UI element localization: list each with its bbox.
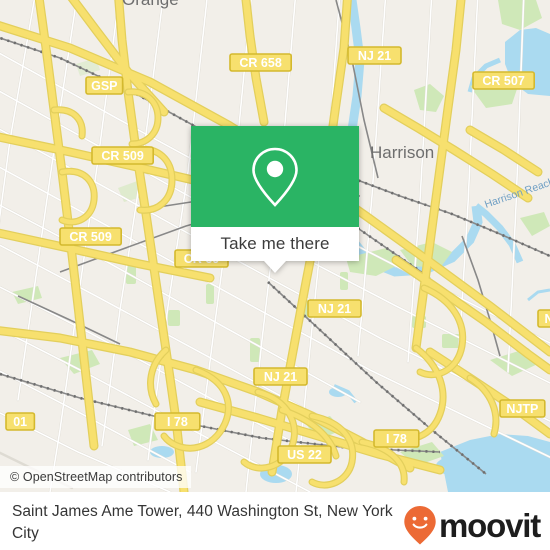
location-title: Saint James Ame Tower, 440 Washington St… — [12, 503, 393, 542]
road-shield: US 22 — [277, 445, 332, 464]
road-shield: I 78 — [154, 412, 201, 431]
road-shield-label: NJ 21 — [318, 302, 351, 316]
road-shield-label: GSP — [91, 79, 117, 93]
road-shield-label: CR 509 — [101, 149, 143, 163]
moovit-pin-icon — [404, 506, 436, 545]
take-me-there-label: Take me there — [220, 234, 330, 253]
road-shield: 01 — [5, 412, 36, 431]
road-shield-label: CR 509 — [69, 230, 111, 244]
place-label-orange: Orange — [122, 0, 179, 9]
road-shield: CR 509 — [91, 146, 155, 165]
map-popup-callout[interactable]: Take me there — [191, 126, 359, 273]
osm-attribution[interactable]: © OpenStreetMap contributors — [0, 466, 191, 488]
road-shield-label: CR 507 — [482, 74, 524, 88]
moovit-map-page: .mj{stroke:#f7e06e;fill:none;stroke-line… — [0, 0, 550, 550]
road-shield-label: NJTP — [506, 402, 538, 416]
road-shield: CR 509 — [59, 227, 123, 246]
road-shield-label: NJ 21 — [358, 49, 391, 63]
road-shield-label: 01 — [13, 415, 27, 429]
road-shield: NJT — [537, 309, 550, 328]
road-shield-label: I 78 — [386, 432, 407, 446]
road-shield: NJ 21 — [307, 299, 362, 318]
road-shield: CR 658 — [229, 53, 293, 72]
place-label-harrison: Harrison — [370, 143, 434, 162]
road-shield: CR 507 — [472, 71, 536, 90]
popup-pin-panel — [191, 126, 359, 227]
road-shield-label: NJT — [544, 312, 550, 326]
popup-action-bar[interactable]: Take me there — [191, 227, 359, 261]
map-canvas[interactable]: .mj{stroke:#f7e06e;fill:none;stroke-line… — [0, 0, 550, 492]
map-pin-icon — [252, 147, 298, 207]
road-shield: NJ 21 — [347, 46, 402, 65]
popup-tail-arrow — [264, 261, 286, 273]
footer-bar: Saint James Ame Tower, 440 Washington St… — [0, 492, 550, 550]
road-shield-label: US 22 — [287, 448, 322, 462]
road-shield: GSP — [85, 76, 124, 95]
road-shield-label: CR 658 — [239, 56, 281, 70]
road-shield: NJTP — [499, 399, 546, 418]
road-shield: NJ 21 — [253, 367, 308, 386]
moovit-logo[interactable]: moovit — [403, 505, 541, 545]
road-shield-label: I 78 — [167, 415, 188, 429]
road-shield-label: NJ 21 — [264, 370, 297, 384]
road-shield: I 78 — [373, 429, 420, 448]
moovit-wordmark: moovit — [439, 506, 541, 544]
